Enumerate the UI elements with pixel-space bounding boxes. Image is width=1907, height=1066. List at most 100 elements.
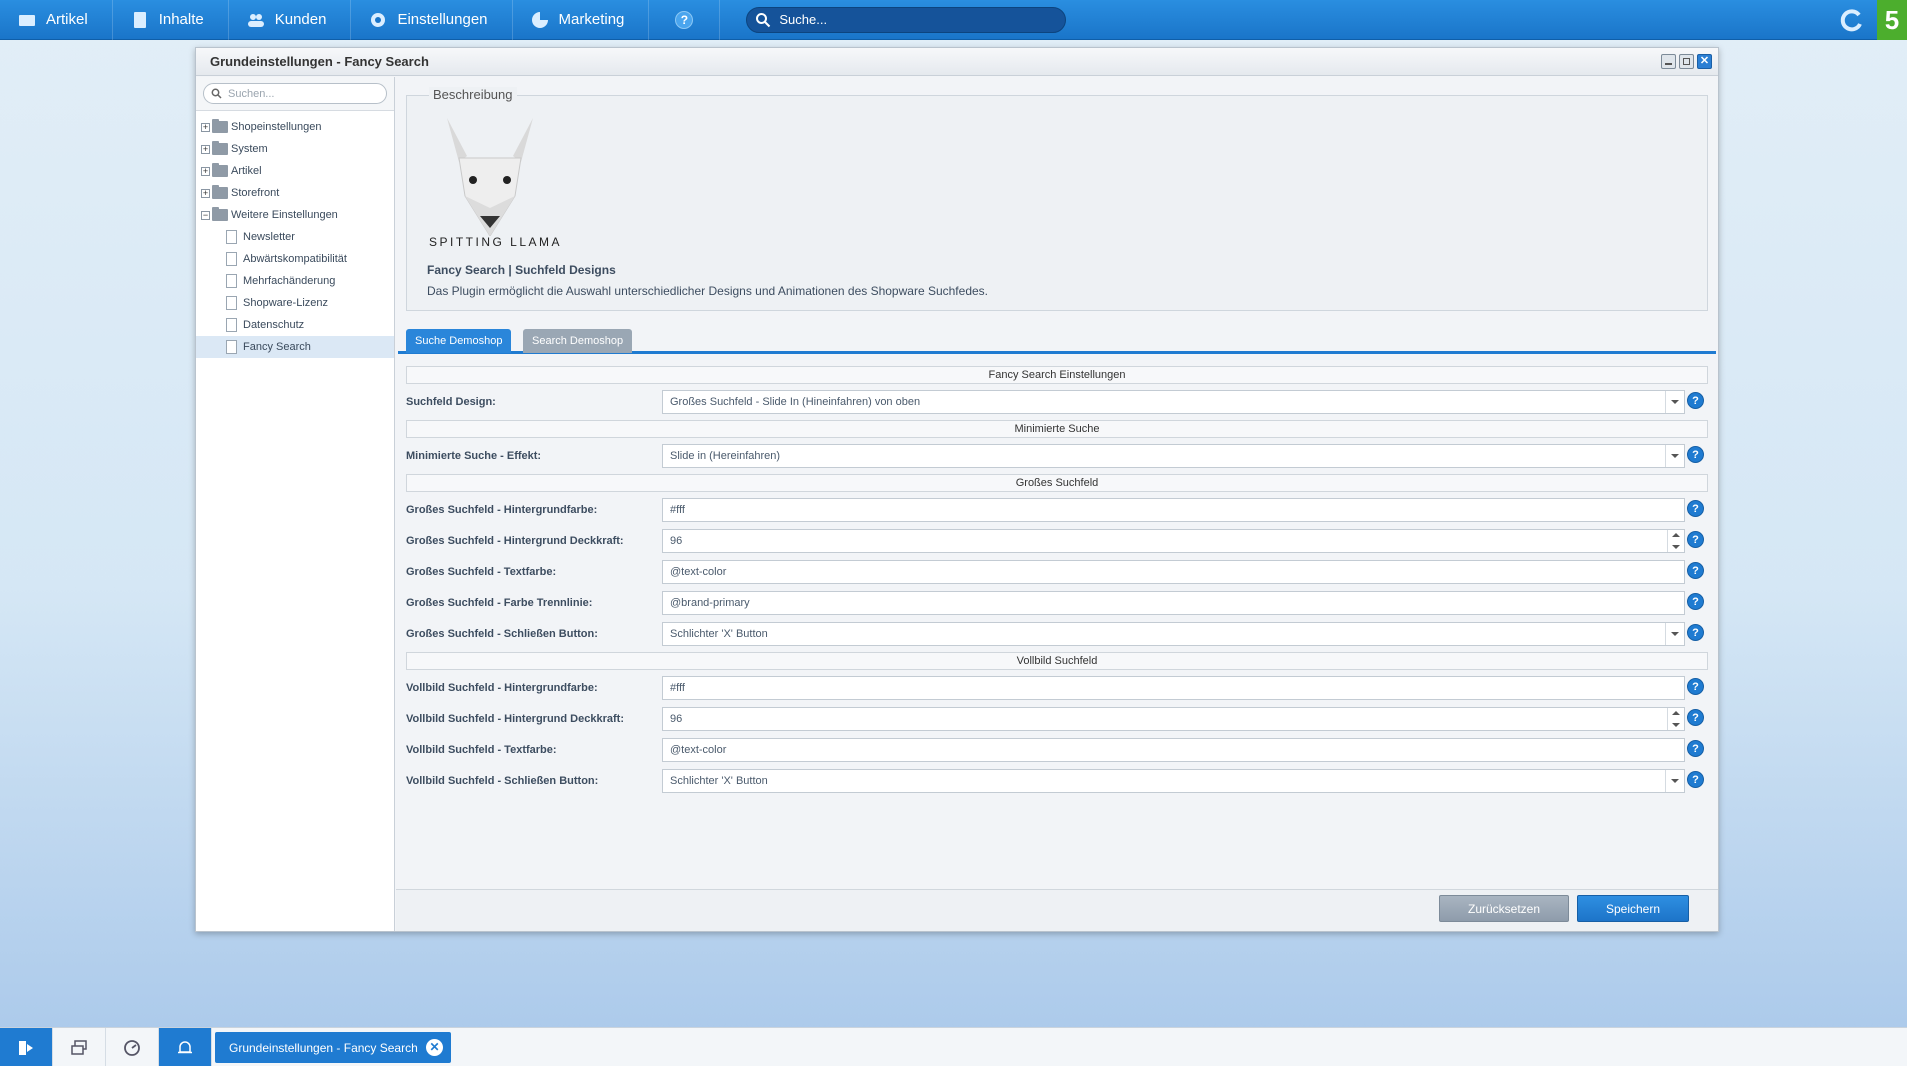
- tab-suche-demoshop[interactable]: Suche Demoshop: [406, 329, 512, 353]
- field-label: Großes Suchfeld - Farbe Trennlinie:: [406, 597, 593, 609]
- settings-window: Grundeinstellungen - Fancy Search ✕ Such…: [195, 47, 1719, 932]
- help-icon[interactable]: ?: [1687, 709, 1704, 726]
- menu-label: Artikel: [46, 11, 88, 28]
- large-text-color-field[interactable]: @text-color: [662, 560, 1685, 584]
- chevron-down-icon[interactable]: [1665, 623, 1684, 645]
- document-icon: [226, 252, 237, 266]
- full-close-select[interactable]: Schlichter 'X' Button: [662, 769, 1685, 793]
- help-icon[interactable]: ?: [1687, 593, 1704, 610]
- help-icon[interactable]: ?: [1687, 531, 1704, 548]
- collapse-icon[interactable]: −: [201, 210, 210, 220]
- tree-item-abwaertskompatibilitaet[interactable]: Abwärtskompatibilität: [196, 248, 394, 270]
- minimize-button[interactable]: [1661, 54, 1676, 69]
- tree-item-fancy-search[interactable]: Fancy Search: [196, 336, 394, 358]
- large-divider-color-field[interactable]: @brand-primary: [662, 591, 1685, 615]
- close-icon[interactable]: ✕: [426, 1039, 443, 1056]
- section-header: Vollbild Suchfeld: [406, 652, 1708, 670]
- menu-artikel[interactable]: Artikel: [0, 0, 113, 40]
- field-value: @brand-primary: [670, 597, 750, 609]
- taskbar-window-item[interactable]: Grundeinstellungen - Fancy Search ✕: [215, 1032, 451, 1063]
- chevron-down-icon[interactable]: [1665, 391, 1684, 413]
- spinner-icon[interactable]: [1667, 708, 1684, 730]
- field-value: Slide in (Hereinfahren): [670, 450, 781, 462]
- tree-list: + Shopeinstellungen + System + Artikel +…: [196, 111, 394, 358]
- window-controls: ✕: [1661, 54, 1712, 69]
- help-icon[interactable]: ?: [1687, 740, 1704, 757]
- notifications-button[interactable]: [159, 1028, 212, 1066]
- help-icon[interactable]: ?: [1687, 500, 1704, 517]
- folder-icon: [212, 163, 228, 177]
- dashboard-button[interactable]: [106, 1028, 159, 1066]
- section-header: Fancy Search Einstellungen: [406, 366, 1708, 384]
- tree-folder-shopeinstellungen[interactable]: + Shopeinstellungen: [196, 116, 394, 138]
- full-opacity-stepper[interactable]: 96: [662, 707, 1685, 731]
- full-bg-color-field[interactable]: #fff: [662, 676, 1685, 700]
- field-row-full-text: Vollbild Suchfeld - Textfarbe: @text-col…: [406, 737, 1708, 763]
- field-row-large-text: Großes Suchfeld - Textfarbe: @text-color…: [406, 559, 1708, 585]
- help-icon[interactable]: ?: [1687, 446, 1704, 463]
- tree-item-mehrfachaenderung[interactable]: Mehrfachänderung: [196, 270, 394, 292]
- help-icon[interactable]: ?: [1687, 392, 1704, 409]
- folder-icon: [212, 185, 228, 199]
- menu-inhalte[interactable]: Inhalte: [113, 0, 229, 40]
- reset-button[interactable]: Zurücksetzen: [1439, 895, 1569, 922]
- tree-folder-artikel[interactable]: + Artikel: [196, 160, 394, 182]
- help-button[interactable]: ?: [649, 0, 721, 40]
- dashboard-icon: [124, 1039, 140, 1056]
- tree-item-label: Shopware-Lizenz: [243, 297, 328, 309]
- tree-item-newsletter[interactable]: Newsletter: [196, 226, 394, 248]
- save-button[interactable]: Speichern: [1577, 895, 1689, 922]
- chevron-down-icon[interactable]: [1665, 770, 1684, 792]
- tab-search-demoshop[interactable]: Search Demoshop: [523, 329, 633, 353]
- expand-icon[interactable]: +: [201, 166, 210, 176]
- windows-button[interactable]: [53, 1028, 106, 1066]
- window-title: Grundeinstellungen - Fancy Search: [210, 54, 429, 69]
- help-icon[interactable]: ?: [1687, 678, 1704, 695]
- tree-item-datenschutz[interactable]: Datenschutz: [196, 314, 394, 336]
- tree-folder-storefront[interactable]: + Storefront: [196, 182, 394, 204]
- shopware-logo: 5: [1877, 0, 1907, 40]
- full-text-color-field[interactable]: @text-color: [662, 738, 1685, 762]
- expand-icon[interactable]: +: [201, 122, 210, 132]
- menu-label: Einstellungen: [397, 11, 488, 28]
- close-button[interactable]: ✕: [1697, 54, 1712, 69]
- search-icon: [211, 88, 222, 99]
- tree-folder-weitere-einstellungen[interactable]: − Weitere Einstellungen: [196, 204, 394, 226]
- large-bg-color-field[interactable]: #fff: [662, 498, 1685, 522]
- taskbar: Grundeinstellungen - Fancy Search ✕: [0, 1027, 1907, 1066]
- tree-folder-label: Storefront: [231, 187, 280, 199]
- tree-item-shopware-lizenz[interactable]: Shopware-Lizenz: [196, 292, 394, 314]
- taskbar-window-label: Grundeinstellungen - Fancy Search: [229, 1040, 418, 1055]
- help-icon[interactable]: ?: [1687, 562, 1704, 579]
- chevron-down-icon[interactable]: [1665, 445, 1684, 467]
- tree-search-input[interactable]: Suchen...: [203, 83, 387, 104]
- menu-kunden[interactable]: Kunden: [229, 0, 352, 40]
- field-value: @text-color: [670, 744, 727, 756]
- help-icon[interactable]: ?: [1687, 771, 1704, 788]
- window-header[interactable]: Grundeinstellungen - Fancy Search ✕: [196, 48, 1718, 76]
- logout-button[interactable]: [0, 1028, 53, 1066]
- design-select[interactable]: Großes Suchfeld - Slide In (Hineinfahren…: [662, 390, 1685, 414]
- main-panel: Beschreibung SPITTING LLAMA Fancy Search…: [396, 77, 1718, 931]
- window-footer: Zurücksetzen Speichern: [396, 889, 1718, 931]
- global-search-input[interactable]: Suche...: [746, 6, 1067, 33]
- maximize-button[interactable]: [1679, 54, 1694, 69]
- expand-icon[interactable]: +: [201, 144, 210, 154]
- menu-marketing[interactable]: Marketing: [513, 0, 650, 40]
- large-opacity-stepper[interactable]: 96: [662, 529, 1685, 553]
- customers-icon: [247, 13, 264, 27]
- brand-name: SPITTING LLAMA: [429, 235, 563, 249]
- refresh-icon[interactable]: [1839, 7, 1865, 33]
- min-effect-select[interactable]: Slide in (Hereinfahren): [662, 444, 1685, 468]
- tree-folder-system[interactable]: + System: [196, 138, 394, 160]
- shop-tabs: Suche Demoshop Search Demoshop: [398, 321, 1716, 354]
- expand-icon[interactable]: +: [201, 188, 210, 198]
- folder-open-icon: [212, 207, 228, 221]
- description-fieldset: Beschreibung SPITTING LLAMA Fancy Search…: [406, 87, 1708, 311]
- large-close-select[interactable]: Schlichter 'X' Button: [662, 622, 1685, 646]
- field-value: 96: [670, 713, 683, 725]
- spinner-icon[interactable]: [1667, 530, 1684, 552]
- help-icon[interactable]: ?: [1687, 624, 1704, 641]
- field-row-full-bg: Vollbild Suchfeld - Hintergrundfarbe: #f…: [406, 675, 1708, 701]
- menu-einstellungen[interactable]: Einstellungen: [351, 0, 513, 40]
